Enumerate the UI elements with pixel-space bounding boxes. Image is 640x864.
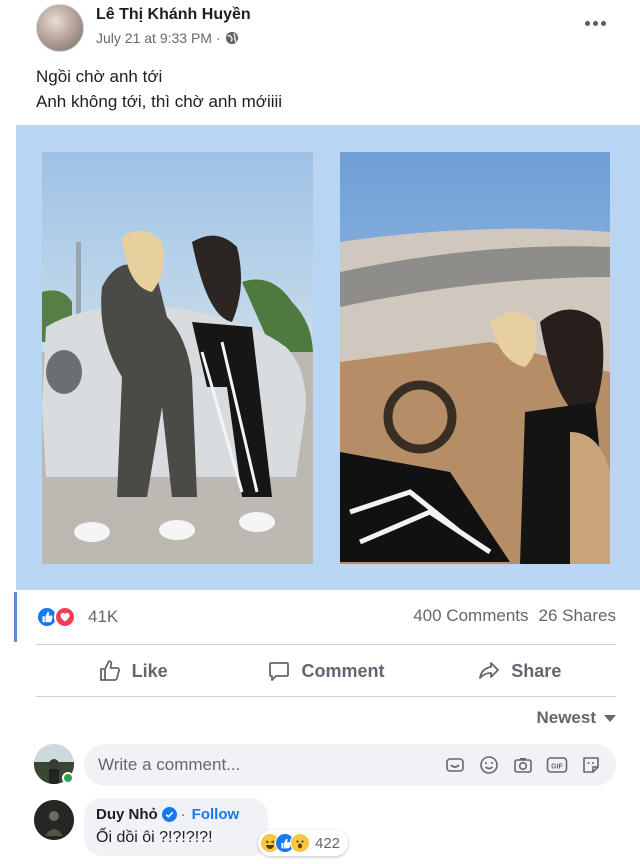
speech-bubble-icon (269, 662, 290, 681)
avatar-sticker-icon[interactable] (580, 754, 602, 776)
post-reactions-summary[interactable]: 41K (36, 604, 118, 630)
emoji-icon[interactable] (478, 754, 500, 776)
commenter-avatar[interactable] (34, 800, 74, 840)
follow-link[interactable]: Follow (192, 806, 240, 823)
post-meta: July 21 at 9:33 PM · (96, 30, 239, 46)
separator-dot: · (180, 806, 186, 823)
like-button-label: Like (131, 660, 168, 681)
photo-image-car-interior (340, 152, 610, 564)
verified-badge-icon (161, 807, 177, 822)
caption-line: Ngồi chờ anh tới (36, 67, 163, 86)
camera-icon[interactable] (512, 754, 534, 776)
comment-bubble: Duy Nhỏ · Follow Ối dồi ôi ?!?!?!?! (84, 798, 268, 856)
share-button[interactable]: Share (423, 648, 616, 694)
comment-input[interactable]: Write a comment... GIF (84, 744, 616, 786)
post-stats: 400 Comments 26 Shares (413, 606, 616, 626)
post-card: Lê Thị Khánh Huyền July 21 at 9:33 PM · … (0, 0, 640, 864)
online-status-indicator (62, 772, 74, 784)
shares-count-link[interactable]: 26 Shares (539, 606, 617, 626)
caption-line: Anh không tới, thì chờ anh mớiiii (36, 92, 283, 111)
post-caption: Ngồi chờ anh tới Anh không tới, thì chờ … (36, 64, 282, 114)
post-header: Lê Thị Khánh Huyền July 21 at 9:33 PM · (0, 0, 640, 60)
comment-text: Ối dồi ôi ?!?!?!?! (96, 829, 213, 846)
caret-down-icon (604, 714, 616, 722)
divider (36, 696, 616, 697)
gif-icon[interactable]: GIF (546, 754, 568, 776)
selection-accent (14, 592, 17, 642)
love-icon (54, 606, 76, 628)
post-photo-right[interactable] (340, 152, 610, 564)
comment-button-label: Comment (301, 660, 385, 681)
comment-tools: GIF (444, 754, 602, 776)
photo-image-sports-car (42, 152, 313, 564)
author-avatar[interactable] (36, 4, 84, 52)
comment-input-placeholder: Write a comment... (98, 755, 241, 774)
comment-reaction-count: 422 (315, 834, 341, 852)
reaction-count: 41K (88, 607, 119, 626)
sticker-icon[interactable] (444, 754, 466, 776)
comment-sort-dropdown[interactable]: Newest (536, 708, 616, 728)
wow-icon (290, 833, 310, 853)
author-name[interactable]: Lê Thị Khánh Huyền (96, 6, 251, 24)
comment-button[interactable]: Comment (229, 648, 422, 694)
share-button-label: Share (511, 660, 562, 681)
commenter-name[interactable]: Duy Nhỏ (96, 806, 158, 823)
like-button[interactable]: Like (36, 648, 229, 694)
globe-icon (225, 31, 238, 45)
more-options-icon[interactable] (574, 8, 616, 38)
share-arrow-icon (479, 662, 500, 679)
thumbs-up-icon (99, 660, 120, 681)
post-action-bar: Like Comment Share (36, 648, 616, 694)
post-timestamp[interactable]: July 21 at 9:33 PM · (96, 30, 221, 46)
divider (36, 644, 616, 645)
comment-reactions-summary[interactable]: 422 (258, 830, 349, 856)
svg-text:GIF: GIF (551, 764, 563, 771)
comments-count-link[interactable]: 400 Comments (413, 606, 528, 626)
comment-sort-label: Newest (536, 708, 596, 727)
commenter-line: Duy Nhỏ · Follow (96, 806, 239, 823)
post-photo-left[interactable] (42, 152, 313, 564)
